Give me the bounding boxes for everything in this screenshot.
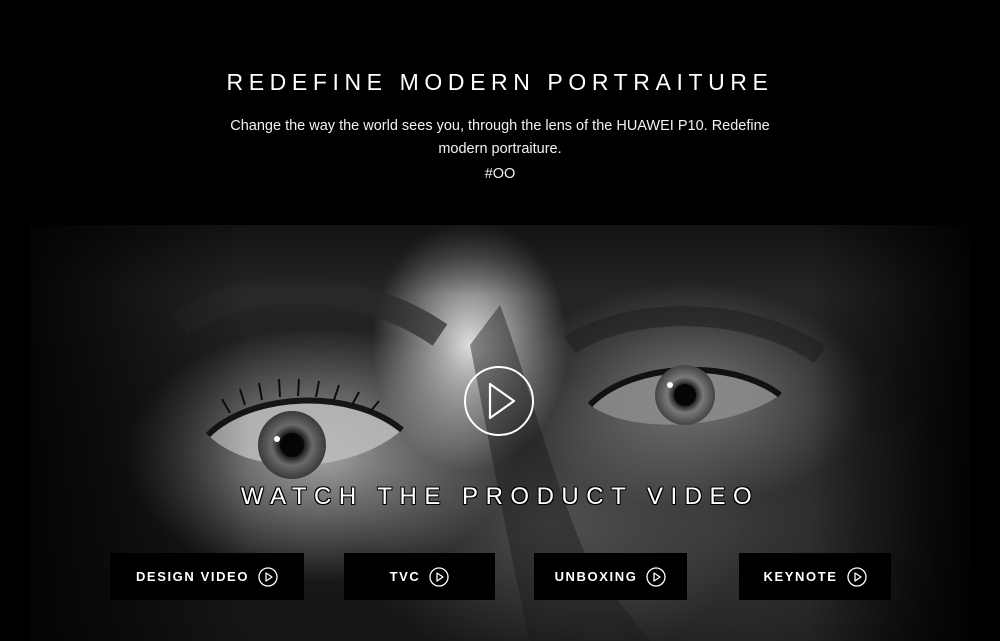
unboxing-button[interactable]: UNBOXING [534,553,687,600]
intro-description: Change the way the world sees you, throu… [230,118,770,157]
video-hero[interactable]: WATCH THE PRODUCT VIDEO DESIGN VIDEO TVC… [30,225,970,641]
tvc-button[interactable]: TVC [344,553,495,600]
page: REDEFINE MODERN PORTRAITURE Change the w… [0,0,1000,641]
page-title: REDEFINE MODERN PORTRAITURE [226,69,774,95]
tvc-label: TVC [389,569,421,584]
design-video-label: DESIGN VIDEO [135,569,250,584]
intro-section: REDEFINE MODERN PORTRAITURE Change the w… [0,0,1000,225]
hero-shade-top [30,225,970,295]
unboxing-label: UNBOXING [554,569,638,584]
keynote-button[interactable]: KEYNOTE [739,553,891,600]
watch-video-title: WATCH THE PRODUCT VIDEO [240,483,760,510]
design-video-button[interactable]: DESIGN VIDEO [110,553,304,600]
play-circle-icon [258,566,278,587]
play-circle-icon [646,566,667,587]
keynote-label: KEYNOTE [763,569,838,584]
play-icon [488,382,516,420]
hashtag: #OO [484,166,516,182]
play-video-button[interactable] [464,366,534,436]
play-circle-icon [846,566,867,587]
play-circle-icon [429,566,450,587]
